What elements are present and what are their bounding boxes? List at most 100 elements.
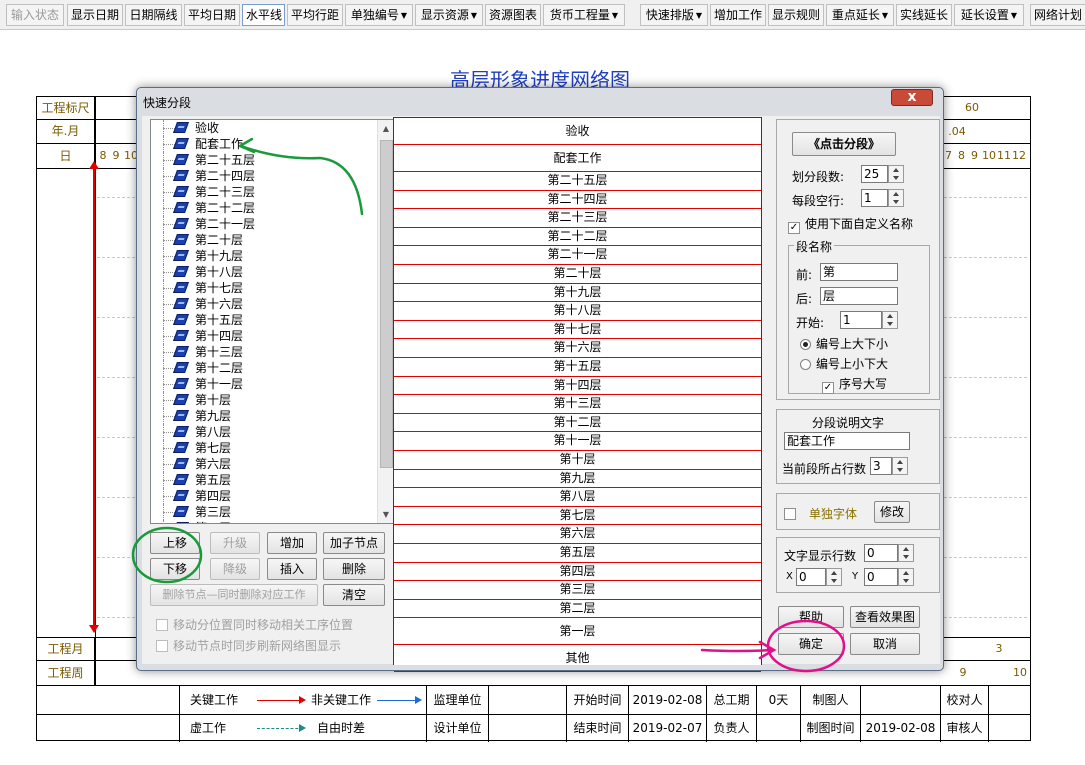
single-font-checkbox[interactable]: 单独字体 <box>784 505 857 522</box>
tree-item[interactable]: 第二十三层 <box>151 184 377 200</box>
tree-item-label: 第十三层 <box>195 345 244 359</box>
move-down-button[interactable]: 下移 <box>150 558 200 580</box>
segment-row: 第八层 <box>394 488 761 507</box>
tree-item[interactable]: 第十七层 <box>151 280 377 296</box>
empty-rows-spinner[interactable] <box>888 189 904 207</box>
uppercase-number-checkbox[interactable]: ✓ 序号大写 <box>822 375 887 394</box>
seg-count-input[interactable]: 25 <box>861 165 888 183</box>
tree-item[interactable]: 第四层 <box>151 488 377 504</box>
y-input[interactable]: 0 <box>864 568 898 586</box>
y-spinner[interactable] <box>898 568 914 586</box>
toolbar-average-rowspacing[interactable]: 平均行距 <box>287 4 343 26</box>
toolbar-label: 显示日期 <box>71 8 120 22</box>
move-up-button[interactable]: 上移 <box>150 532 200 554</box>
radio-top-big[interactable]: 编号上大下小 <box>800 335 888 352</box>
refresh-on-move-checkbox[interactable]: 移动节点时同步刷新网络图显示 <box>156 637 341 654</box>
toolbar-solid-extend[interactable]: 实线延长 <box>896 4 952 26</box>
cancel-button[interactable]: 取消 <box>850 633 920 655</box>
rows-input[interactable]: 3 <box>870 457 892 475</box>
clear-button[interactable]: 清空 <box>323 584 385 606</box>
ok-button[interactable]: 确定 <box>778 633 844 655</box>
tree-item[interactable]: 第十四层 <box>151 328 377 344</box>
delete-node-and-work-button[interactable]: 删除节点—同时删除对应工作 <box>150 584 318 606</box>
toolbar-resource-chart[interactable]: 资源图表 <box>485 4 541 26</box>
segment-row: 第六层 <box>394 525 761 544</box>
add-child-node-button[interactable]: 加子节点 <box>323 532 385 554</box>
toolbar-currency-quantity[interactable]: 货币工程量 ▼ <box>543 4 625 26</box>
toolbar-show-rules[interactable]: 显示规则 <box>768 4 824 26</box>
tree-item[interactable]: 第九层 <box>151 408 377 424</box>
tree-item[interactable]: 第二十四层 <box>151 168 377 184</box>
upgrade-button[interactable]: 升级 <box>210 532 260 554</box>
text-rows-spinner[interactable] <box>898 544 914 562</box>
toolbar-date-gridline[interactable]: 日期隔线 <box>125 4 182 26</box>
delete-button[interactable]: 删除 <box>323 558 385 580</box>
seg-count-spinner[interactable] <box>888 165 904 183</box>
tree-item[interactable]: 配套工作 <box>151 136 377 152</box>
tree-item[interactable]: 验收 <box>151 120 377 136</box>
radio-top-small[interactable]: 编号上小下大 <box>800 355 888 372</box>
tree-item[interactable]: 第二层 <box>151 520 377 523</box>
add-button[interactable]: 增加 <box>267 532 317 554</box>
day-tick: 11 <box>997 149 1011 162</box>
tree-item[interactable]: 第十层 <box>151 392 377 408</box>
close-button[interactable]: x <box>891 89 933 106</box>
checkbox-label: 移动节点时同步刷新网络图显示 <box>173 639 342 653</box>
help-button[interactable]: 帮助 <box>778 606 844 628</box>
modify-font-button[interactable]: 修改 <box>874 501 910 523</box>
tree-item[interactable]: 第八层 <box>151 424 377 440</box>
tree-item[interactable]: 第十一层 <box>151 376 377 392</box>
toolbar-horizontal-line[interactable]: 水平线 <box>242 4 285 26</box>
tree-item[interactable]: 第二十层 <box>151 232 377 248</box>
tree-item[interactable]: 第七层 <box>151 440 377 456</box>
tree-item[interactable]: 第十五层 <box>151 312 377 328</box>
text-rows-input[interactable]: 0 <box>864 544 898 562</box>
empty-rows-input[interactable]: 1 <box>861 189 888 207</box>
row-label-eng-week: 工程周 <box>37 661 95 685</box>
tree-item[interactable]: 第六层 <box>151 456 377 472</box>
tree-item[interactable]: 第二十二层 <box>151 200 377 216</box>
click-segment-button[interactable]: 《点击分段》 <box>792 132 896 156</box>
toolbar-show-resource[interactable]: 显示资源 ▼ <box>415 4 483 26</box>
toolbar-quick-layout[interactable]: 快速排版 ▼ <box>640 4 708 26</box>
toolbar-key-extend[interactable]: 重点延长 ▼ <box>826 4 894 26</box>
scroll-up-icon[interactable]: ▲ <box>378 120 394 137</box>
tree-item[interactable]: 第三层 <box>151 504 377 520</box>
preview-button[interactable]: 查看效果图 <box>850 606 920 628</box>
toolbar-single-number[interactable]: 单独编号 ▼ <box>345 4 413 26</box>
tree-item[interactable]: 第十九层 <box>151 248 377 264</box>
start-input[interactable]: 1 <box>840 311 882 329</box>
scroll-thumb[interactable] <box>380 140 393 468</box>
description-input[interactable]: 配套工作 <box>784 432 910 450</box>
toolbar-average-date[interactable]: 平均日期 <box>184 4 240 26</box>
toolbar-show-date[interactable]: 显示日期 <box>67 4 123 26</box>
toolbar-extend-settings[interactable]: 延长设置 ▼ <box>954 4 1024 26</box>
rows-spinner[interactable] <box>892 457 908 475</box>
tree-item[interactable]: 第二十五层 <box>151 152 377 168</box>
x-input[interactable]: 0 <box>796 568 826 586</box>
toolbar-add-work[interactable]: 增加工作 <box>710 4 766 26</box>
insert-button[interactable]: 插入 <box>267 558 317 580</box>
legend-virtual-work: 虚工作 <box>179 714 255 742</box>
prefix-input[interactable]: 第 <box>820 263 898 281</box>
downgrade-button[interactable]: 降级 <box>210 558 260 580</box>
tree-scrollbar[interactable]: ▲ ▼ <box>377 120 394 523</box>
scroll-down-icon[interactable]: ▼ <box>378 506 394 523</box>
suffix-input[interactable]: 层 <box>820 287 898 305</box>
x-spinner[interactable] <box>826 568 842 586</box>
use-custom-name-checkbox[interactable]: ✓ 使用下面自定义名称 <box>788 215 913 234</box>
tree-item-label: 第十四层 <box>195 329 244 343</box>
tree-item[interactable]: 第十二层 <box>151 360 377 376</box>
tree-item[interactable]: 第十八层 <box>151 264 377 280</box>
legend-table: 关键工作 非关键工作 监理单位 开始时间 2019-02-08 总工期 0天 制… <box>37 685 1030 742</box>
toolbar-label: 重点延长 <box>831 8 880 22</box>
toolbar-network-plan[interactable]: 网络计划 <box>1030 4 1085 26</box>
tree-item[interactable]: 第二十一层 <box>151 216 377 232</box>
tree-item[interactable]: 第五层 <box>151 472 377 488</box>
tree-item[interactable]: 第十六层 <box>151 296 377 312</box>
segment-tree[interactable]: 验收 配套工作 第二十五层 第二十四层 第二十三层 第二十二层 第二十一层 第二十层 第十九层第… <box>150 119 395 524</box>
toolbar-input-state[interactable]: 输入状态 <box>6 4 64 26</box>
move-with-work-checkbox[interactable]: 移动分位置同时移动相关工序位置 <box>156 616 353 633</box>
start-spinner[interactable] <box>882 311 898 329</box>
tree-item[interactable]: 第十三层 <box>151 344 377 360</box>
